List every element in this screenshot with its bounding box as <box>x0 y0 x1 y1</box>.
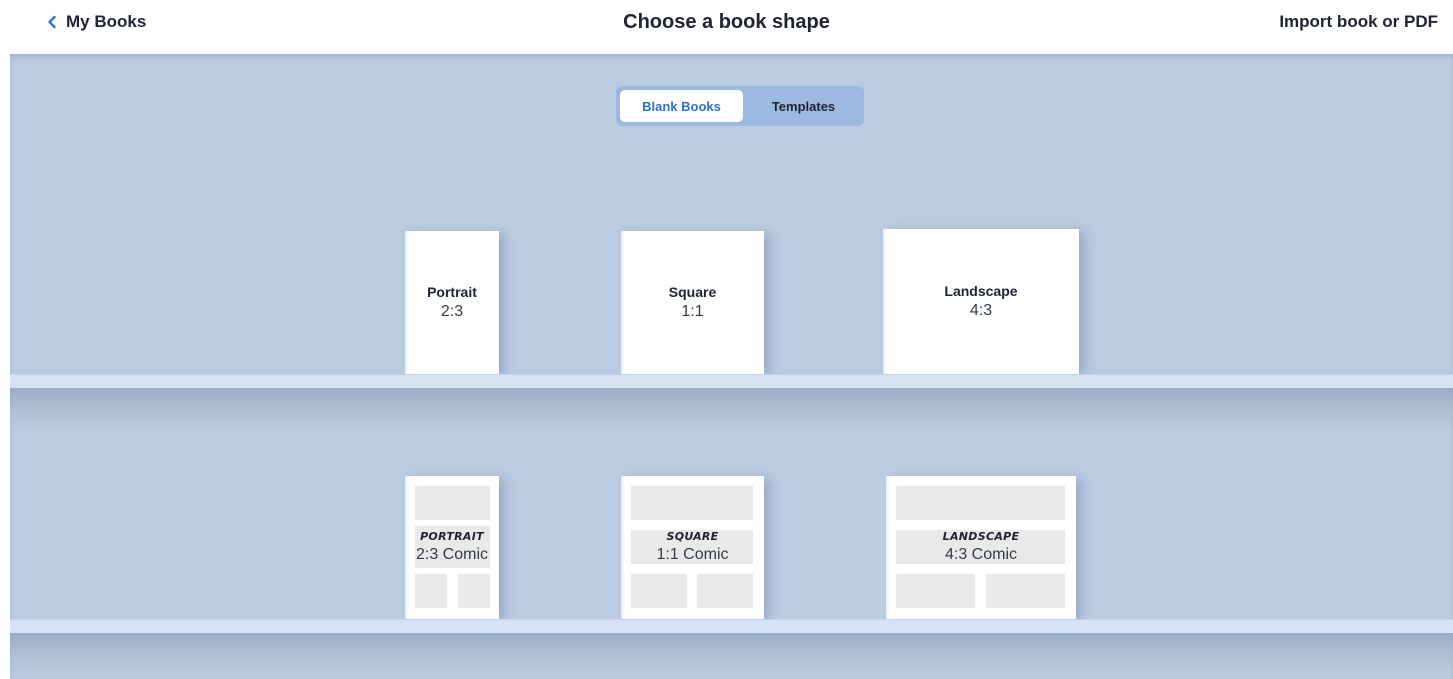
book-name: SQUARE <box>666 529 719 543</box>
import-book-button[interactable]: Import book or PDF <box>1279 12 1438 32</box>
comic-panel <box>631 486 753 520</box>
shelf-top <box>10 374 1453 388</box>
back-label: My Books <box>66 12 147 31</box>
shelf-shadow <box>10 388 1453 432</box>
tab-blank-books[interactable]: Blank Books <box>620 90 743 122</box>
book-label: SQUARE 1:1 Comic <box>621 530 764 566</box>
book-label: PORTRAIT 2:3 Comic <box>405 530 499 566</box>
book-landscape[interactable]: Landscape 4:3 <box>883 229 1079 374</box>
book-landscape-comic[interactable]: LANDSCAPE 4:3 Comic <box>886 476 1076 619</box>
book-ratio: 2:3 <box>440 302 464 320</box>
comic-panel <box>415 574 447 608</box>
book-square-comic[interactable]: SQUARE 1:1 Comic <box>621 476 764 619</box>
book-name: PORTRAIT <box>420 529 484 543</box>
book-ratio: 4:3 Comic <box>944 545 1018 563</box>
book-ratio: 4:3 <box>969 301 993 319</box>
shelf-shadow <box>10 633 1453 679</box>
book-portrait[interactable]: Portrait 2:3 <box>405 231 499 374</box>
book-ratio: 2:3 Comic <box>415 545 489 563</box>
book-name: Landscape <box>944 282 1018 299</box>
book-type-toggle: Blank Books Templates <box>616 86 864 126</box>
chevron-left-icon <box>48 15 56 29</box>
book-label: LANDSCAPE 4:3 Comic <box>886 530 1076 566</box>
book-name: LANDSCAPE <box>942 529 1020 543</box>
book-label: Portrait 2:3 <box>405 283 499 323</box>
page-title: Choose a book shape <box>623 11 830 33</box>
book-ratio: 1:1 Comic <box>656 545 729 563</box>
back-button[interactable]: My Books <box>46 12 146 32</box>
book-name: Portrait <box>427 283 477 300</box>
book-square[interactable]: Square 1:1 <box>621 231 764 374</box>
top-bar: My Books Choose a book shape Import book… <box>0 0 1453 54</box>
comic-panel <box>631 574 687 608</box>
shelf-bottom <box>10 619 1453 633</box>
book-label: Landscape 4:3 <box>883 282 1079 322</box>
book-label: Square 1:1 <box>621 283 764 323</box>
comic-panel <box>415 486 490 520</box>
comic-panel <box>896 574 975 608</box>
comic-panel <box>896 486 1065 520</box>
comic-panel <box>458 574 490 608</box>
book-portrait-comic[interactable]: PORTRAIT 2:3 Comic <box>405 476 499 619</box>
book-name: Square <box>668 283 717 300</box>
book-ratio: 1:1 <box>681 302 704 320</box>
tab-templates[interactable]: Templates <box>747 90 860 122</box>
comic-panel <box>697 574 753 608</box>
comic-panel <box>986 574 1065 608</box>
